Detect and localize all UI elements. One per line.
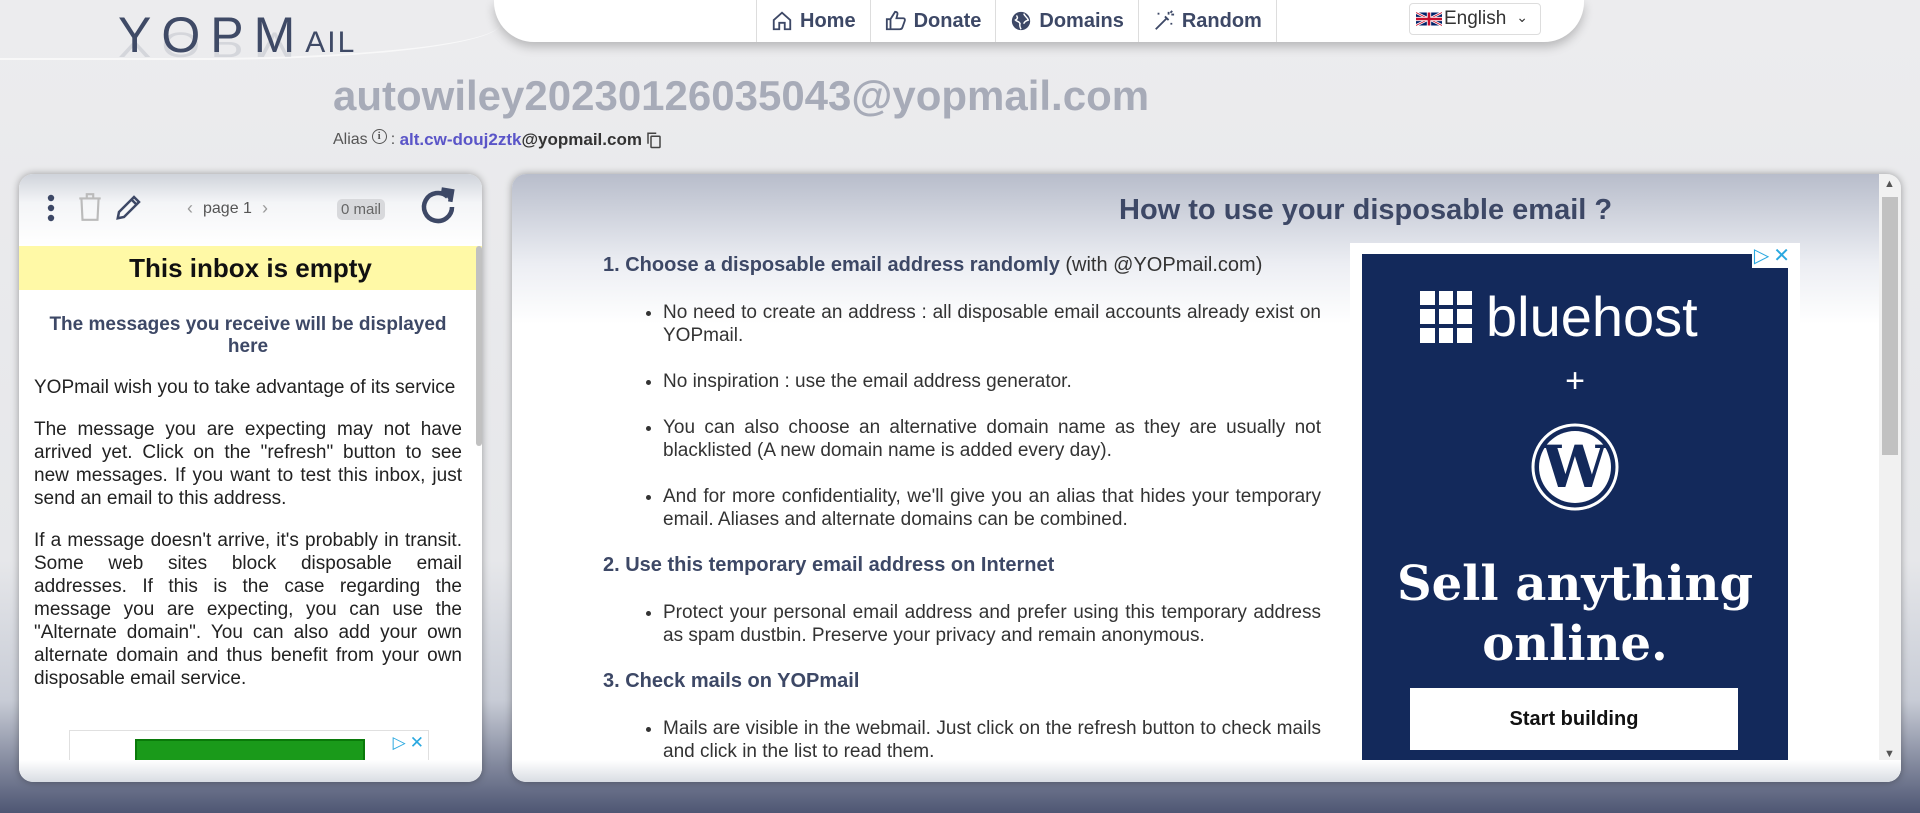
start-building-button[interactable]: Start building (1410, 688, 1738, 750)
globe-icon (1012, 11, 1031, 31)
inbox-toolbar: ‹ page 1 › 0 mail (19, 174, 482, 246)
more-menu-icon[interactable] (47, 194, 55, 222)
inbox-empty-message: The messages you receive will be display… (19, 290, 482, 690)
step-heading-suffix: (with @YOPmail.com) (1059, 254, 1263, 276)
help-scrollbar[interactable]: ▲ ▼ (1879, 174, 1901, 782)
prev-page-icon[interactable]: ‹ (187, 198, 193, 219)
close-icon[interactable]: ✕ (1773, 243, 1790, 268)
panel-footer (512, 760, 1901, 782)
step-heading-text: 1. Choose a disposable email address ran… (603, 254, 1060, 276)
email-address: autowiley20230126035043@yopmail.com (333, 72, 1150, 119)
alias-domain: @yopmail.com (521, 130, 642, 149)
ad-brand: bluehost (1486, 285, 1698, 348)
nav-domains-label: Domains (1039, 9, 1124, 32)
mail-count-badge: 0 mail (337, 199, 386, 220)
inbox-subtitle: The messages you receive will be display… (49, 314, 447, 357)
magic-wand-icon (1154, 10, 1174, 30)
svg-text:W: W (1541, 433, 1608, 501)
close-icon[interactable]: ✕ (410, 733, 424, 753)
nav-home[interactable]: Home (756, 0, 870, 42)
list-item: And for more confidentiality, we'll give… (663, 485, 1321, 531)
step-heading-text: 2. Use this temporary email address on I… (603, 554, 1055, 576)
scrollbar-thumb[interactable] (476, 246, 482, 446)
ad-creative: bluehost + W Sell anything online. Start… (1362, 254, 1788, 763)
trash-icon[interactable] (77, 192, 103, 222)
ad-controls: ▷ ✕ (393, 733, 424, 753)
language-label: English (1444, 8, 1507, 29)
help-title: How to use your disposable email ? (1119, 194, 1613, 226)
home-icon (772, 11, 792, 31)
refresh-icon[interactable] (417, 186, 459, 228)
scroll-down-icon[interactable]: ▼ (1884, 748, 1895, 760)
panel-footer (19, 760, 482, 782)
bluehost-logo: bluehost (1420, 284, 1698, 349)
bluehost-ad[interactable]: bluehost + W Sell anything online. Start… (1350, 243, 1800, 763)
step-heading: 2. Use this temporary email address on I… (603, 554, 1321, 577)
wordpress-icon: W (1531, 423, 1619, 511)
next-page-icon[interactable]: › (262, 198, 268, 219)
copy-icon[interactable] (645, 130, 663, 150)
nav-random[interactable]: Random (1137, 0, 1277, 42)
page-label: page 1 (203, 199, 252, 217)
nav-home-label: Home (800, 9, 856, 32)
scroll-up-icon[interactable]: ▲ (1884, 178, 1895, 190)
list-item: No need to create an address : all dispo… (663, 301, 1321, 347)
list-item: Protect your personal email address and … (663, 601, 1321, 647)
step-heading: 1. Choose a disposable email address ran… (603, 254, 1321, 277)
alias-row: Alias i : alt.cw-douj2ztk @yopmail.com (333, 128, 663, 150)
nav-domains[interactable]: Domains (995, 0, 1137, 42)
step-list: Protect your personal email address and … (603, 601, 1321, 647)
empty-inbox-banner: This inbox is empty (19, 246, 482, 290)
ad-headline: Sell anything online. (1396, 556, 1754, 672)
pagination: ‹ page 1 › (187, 198, 268, 219)
bluehost-grid-icon (1420, 290, 1472, 343)
info-icon[interactable]: i (371, 128, 387, 144)
inbox-paragraph: The message you are expecting may not ha… (34, 419, 462, 509)
nav-donate-label: Donate (913, 9, 982, 32)
step-heading: 3. Check mails on YOPmail (603, 670, 1321, 693)
alias-separator: : (390, 131, 396, 148)
inbox-panel: ‹ page 1 › 0 mail This inbox is empty Th… (19, 174, 482, 782)
ad-choices-icon[interactable]: ▷ (1754, 243, 1769, 268)
alias-label: Alias (333, 131, 368, 148)
top-navbar: Home Donate Domains Random English ⌄ (494, 0, 1584, 42)
step-list: Mails are visible in the webmail. Just c… (603, 717, 1321, 763)
help-panel: How to use your disposable email ? 1. Ch… (512, 174, 1901, 782)
list-item: You can also choose an alternative domai… (663, 416, 1321, 462)
chevron-down-icon: ⌄ (1516, 9, 1528, 25)
list-item: Mails are visible in the webmail. Just c… (663, 717, 1321, 763)
uk-flag-icon (1416, 11, 1442, 27)
logo-reflection: YOPM (118, 24, 306, 65)
language-select[interactable]: English ⌄ (1409, 3, 1541, 35)
nav-random-label: Random (1181, 9, 1262, 32)
ad-choices-icon[interactable]: ▷ (393, 733, 406, 753)
step-heading-text: 3. Check mails on YOPmail (603, 670, 860, 692)
scrollbar-thumb[interactable] (1882, 197, 1898, 455)
step-list: No need to create an address : all dispo… (603, 301, 1321, 531)
inbox-scrollbar[interactable] (476, 246, 482, 694)
list-item: No inspiration : use the email address g… (663, 370, 1321, 393)
inbox-paragraph: YOPmail wish you to take advantage of it… (34, 377, 456, 398)
inbox-paragraph: If a message doesn't arrive, it's probab… (34, 530, 462, 689)
nav-donate[interactable]: Donate (869, 0, 996, 42)
alias-prefix[interactable]: alt.cw-douj2ztk (400, 130, 522, 150)
help-content: 1. Choose a disposable email address ran… (603, 254, 1321, 782)
ad-controls: ▷ ✕ (1751, 243, 1792, 268)
pencil-icon[interactable] (114, 192, 144, 222)
ad-plus: + (1565, 362, 1585, 400)
thumbs-up-icon (885, 10, 906, 31)
